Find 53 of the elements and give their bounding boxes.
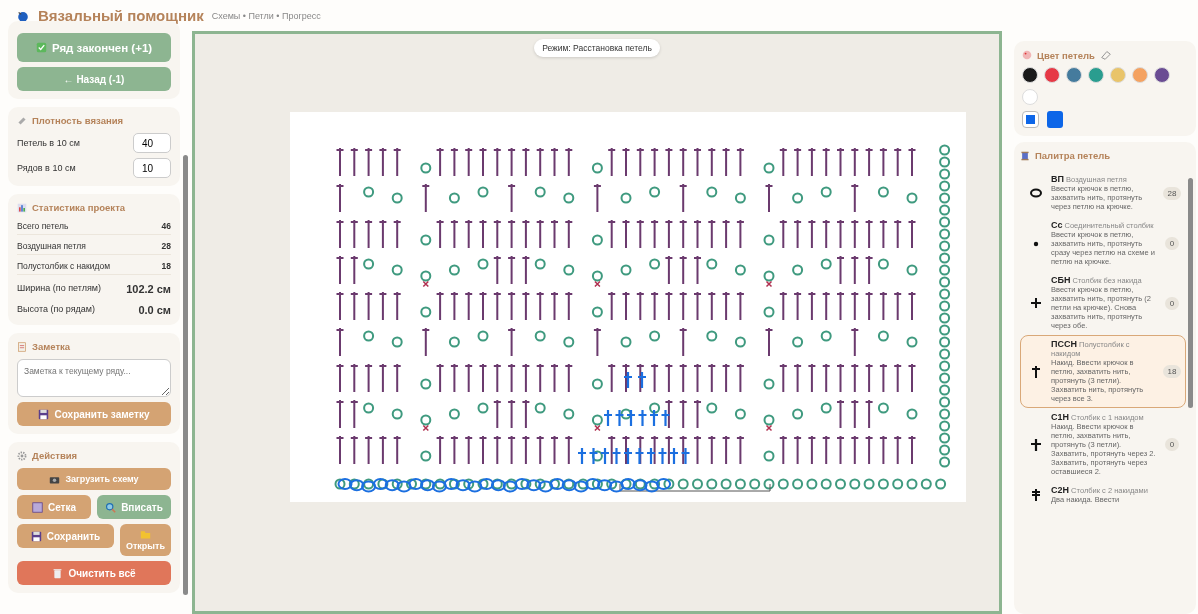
search-icon [105,501,117,513]
stat-value: 18 [161,261,171,271]
panel-heading: Цвет петель [1037,49,1095,61]
panel-heading: Действия [32,450,78,461]
count-badge: 0 [1164,438,1180,451]
app-subtitle: Схемы • Петли • Прогресс [211,10,321,21]
app-title: Вязальный помощник [38,7,204,24]
stat-label: Высота (по рядам) [17,304,95,316]
note-field[interactable]: Заметка к текущему ряду... [17,359,171,397]
panel-heading: Палитра петель [1035,150,1111,161]
color-swatch[interactable] [1132,67,1148,83]
color-swatch[interactable] [1022,67,1038,83]
count-badge: 0 [1164,296,1180,310]
cross-icon [1028,436,1044,453]
grid-icon [31,501,43,513]
number-field[interactable]: 10 [133,158,171,178]
stat-label: Всего петель [17,221,69,231]
panel-heading: Плотность вязания [32,115,124,126]
panel-heading: Статистика проекта [32,202,126,213]
count-badge: 0 [1164,237,1180,250]
settings-icon [17,450,27,461]
palette-icon [1022,50,1032,60]
check-icon [35,42,47,53]
panel-heading: Заметка [32,341,71,352]
stat-value: 28 [161,241,171,251]
notepad-icon [17,341,27,352]
stat-label: Ширина (по петлям) [17,283,101,295]
count-badge: 28 [1162,186,1182,200]
stat-label: Полустолбик с накидом [17,261,111,271]
field-label: Петель в 10 см [17,138,80,148]
number-field[interactable]: 40 [133,133,171,153]
color-swatch[interactable] [1154,67,1170,83]
ruler-icon [17,115,27,126]
color-swatch[interactable] [1110,67,1126,83]
trash-icon [52,567,64,579]
stat-value: 0.0 см [138,304,171,316]
mode-badge: Режим: Расстановка петель [534,39,660,57]
color-swatch[interactable] [1044,67,1060,83]
color-swatch[interactable] [1022,89,1038,105]
stat-value: 102.2 см [126,283,171,295]
eraser-icon[interactable] [1099,49,1112,61]
color-swatch[interactable] [1066,67,1082,83]
color-swatch[interactable] [1088,67,1104,83]
field-label: Рядов в 10 см [17,163,76,173]
bar-chart-icon [17,202,27,213]
stat-value: 46 [161,221,171,231]
folder-icon [139,529,151,540]
stat-label: Воздушная петля [17,241,86,251]
canvas-area[interactable]: Режим: Расстановка петель [192,31,1002,614]
plus-icon [1028,295,1044,311]
count-badge: 18 [1162,365,1182,378]
thread-spool-icon [1020,150,1030,161]
color-picker-field[interactable] [1022,111,1039,128]
